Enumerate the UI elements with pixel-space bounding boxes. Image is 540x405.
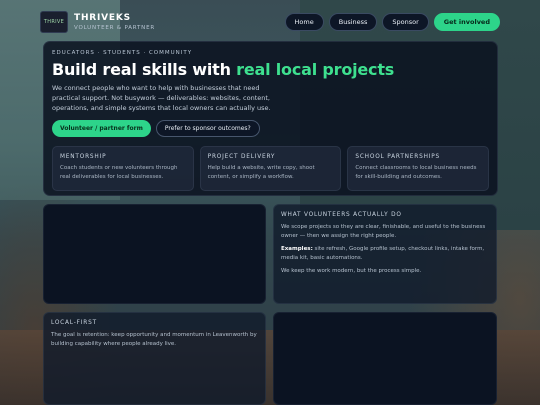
hero-eyebrow: EDUCATORS · STUDENTS · COMMUNITY	[52, 50, 193, 56]
card-text: Connect classrooms to local business nee…	[355, 165, 477, 180]
volunteers-examples: Examples: site refresh, Google profile s…	[281, 245, 489, 262]
get-involved-button[interactable]: Get involved	[433, 13, 500, 31]
sponsor-outcomes-button[interactable]: Prefer to sponsor outcomes?	[155, 120, 260, 137]
nav-sponsor[interactable]: Sponsor	[382, 13, 429, 31]
main-nav: Home Business Sponsor Get involved	[284, 13, 500, 31]
media-placeholder-right	[273, 312, 497, 405]
volunteers-text: We scope projects so they are clear, fin…	[281, 224, 486, 239]
card-school-partnerships: SCHOOL PARTNERSHIPS Connect classrooms t…	[347, 146, 490, 191]
hero-title: Build real skills with real local projec…	[52, 60, 489, 79]
hero-description: We connect people who want to help with …	[52, 84, 271, 112]
card-text: Coach students or new volunteers through…	[60, 165, 178, 180]
brand[interactable]: THRIVE THRIVEKS VOLUNTEER & PARTNER	[40, 11, 155, 33]
hero-panel: EDUCATORS · STUDENTS · COMMUNITY Build r…	[43, 41, 498, 196]
card-title: MENTORSHIP	[60, 154, 107, 160]
hero-title-accent: real local projects	[236, 60, 395, 79]
volunteers-title: WHAT VOLUNTEERS ACTUALLY DO	[281, 212, 402, 218]
hero-title-main: Build real skills with	[52, 60, 237, 79]
brand-tagline: VOLUNTEER & PARTNER	[74, 25, 155, 31]
card-title: SCHOOL PARTNERSHIPS	[355, 154, 441, 160]
card-title: PROJECT DELIVERY	[207, 154, 276, 160]
nav-business[interactable]: Business	[328, 13, 378, 31]
examples-label: Examples:	[281, 246, 313, 252]
local-first-text: The goal is retention: keep opportunity …	[51, 332, 257, 347]
card-project-delivery: PROJECT DELIVERY Help build a website, w…	[199, 146, 342, 191]
volunteers-panel: WHAT VOLUNTEERS ACTUALLY DO We scope pro…	[273, 204, 497, 304]
local-first-title: LOCAL-FIRST	[51, 320, 97, 326]
local-first-panel: LOCAL-FIRST The goal is retention: keep …	[43, 312, 266, 405]
brand-text: THRIVEKS VOLUNTEER & PARTNER	[74, 13, 155, 31]
card-mentorship: MENTORSHIP Coach students or new volunte…	[52, 146, 194, 191]
site-header: THRIVE THRIVEKS VOLUNTEER & PARTNER Home…	[40, 8, 500, 36]
media-placeholder-left	[43, 204, 266, 304]
brand-name: THRIVEKS	[74, 13, 131, 23]
hero-actions: Volunteer / partner form Prefer to spons…	[52, 120, 489, 137]
volunteers-note: We keep the work modern, but the process…	[281, 268, 422, 274]
volunteer-form-button[interactable]: Volunteer / partner form	[52, 120, 151, 137]
nav-home[interactable]: Home	[284, 13, 324, 31]
brand-logo: THRIVE	[40, 11, 68, 33]
card-text: Help build a website, write copy, shoot …	[207, 165, 315, 180]
hero-cards: MENTORSHIP Coach students or new volunte…	[52, 146, 490, 191]
